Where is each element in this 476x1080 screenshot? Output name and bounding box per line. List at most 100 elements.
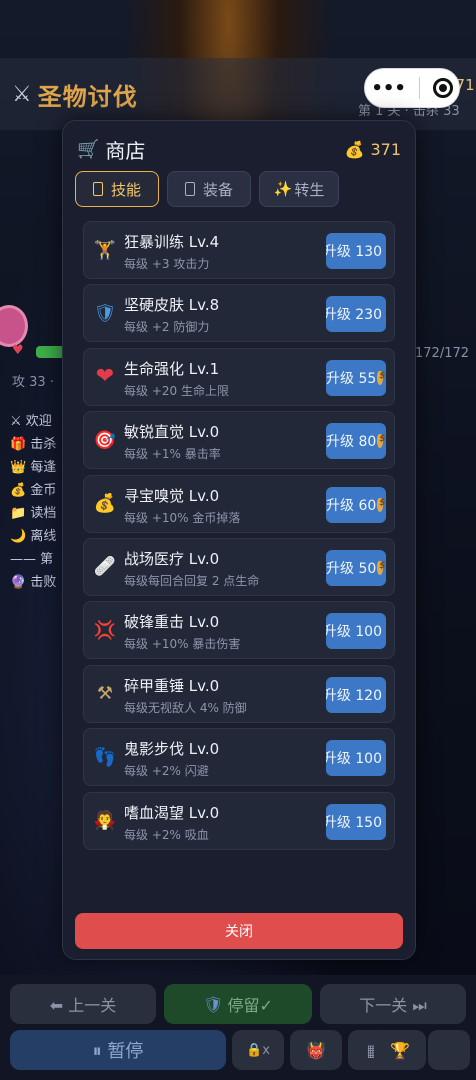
pause-button[interactable]: ⏸ 暂停 — [10, 1030, 226, 1070]
log-text: 金币 — [30, 483, 57, 498]
upgrade-button[interactable]: 升级 130 — [326, 233, 386, 269]
upgrade-button[interactable]: 升级 50 — [326, 549, 386, 586]
skill-name: 敏锐直觉 Lv.0 — [124, 423, 220, 442]
miniprogram-capsule: ••• — [364, 68, 460, 108]
shield-icon: 🛡 — [203, 994, 224, 1014]
skill-desc: 每级 +2% 闪避 — [124, 764, 209, 779]
coin-bag-icon — [377, 434, 385, 449]
upgrade-button[interactable]: 升级 100 — [326, 613, 386, 650]
money-bag-icon: 💰 — [93, 493, 117, 515]
shop-tabs: 技能 装备 ✨ 转生 — [75, 171, 339, 207]
swords-icon: ⚔ — [10, 414, 22, 429]
money-bag-icon: 💰 — [344, 139, 365, 159]
anger-icon: 💢 — [93, 619, 117, 641]
log-text: 读档 — [30, 506, 57, 521]
close-miniprogram-button[interactable] — [432, 78, 453, 98]
upgrade-button[interactable]: 升级 230 — [326, 296, 386, 333]
vampire-icon: 🧛 — [93, 810, 117, 832]
tab-label: 转生 — [294, 180, 325, 199]
skill-desc: 每级每回合回复 2 点生命 — [124, 573, 260, 588]
crossed-swords-icon: ⚔ — [12, 81, 32, 107]
upgrade-button[interactable]: 升级 55 — [326, 359, 386, 396]
skill-name: 狂暴训练 Lv.4 — [124, 233, 220, 251]
shop-modal: 🛒 商店 💰 371 技能 装备 ✨ 转生 🏋 狂暴训练 Lv.4 每级 +3 … — [62, 120, 416, 960]
log-line: 🔮 击败 — [10, 571, 56, 594]
lock-icon: 🔒x — [246, 1042, 270, 1058]
demon-icon: 👹 — [306, 1040, 326, 1060]
money-bag-icon: 💰 — [10, 483, 27, 498]
trophy-button[interactable]: 🏆 — [374, 1030, 426, 1070]
coin-bag-icon — [377, 560, 385, 575]
skill-tab-icon — [92, 182, 103, 196]
log-line: —— 第 — [10, 548, 56, 571]
skill-item: 🧛 嗜血渴望 Lv.0 每级 +2% 吸血 升级 150 — [83, 791, 395, 850]
next-stage-button[interactable]: 下一关 ⏭ — [320, 984, 466, 1024]
skill-desc: 每级 +3 攻击力 — [124, 257, 210, 271]
skill-desc: 每级无视敌人 4% 防御 — [124, 700, 247, 715]
log-line: ⚔ 欢迎 — [10, 410, 56, 433]
extra-button[interactable] — [428, 1030, 470, 1070]
footprints-icon: 👣 — [93, 746, 117, 768]
tab-skills[interactable]: 技能 — [75, 171, 159, 207]
capsule-divider — [418, 77, 420, 99]
weightlifter-icon: 🏋 — [93, 239, 117, 261]
stay-label: 停留✓ — [227, 996, 273, 1015]
skill-name: 破锋重击 Lv.0 — [124, 613, 220, 632]
skill-item: 💢 破锋重击 Lv.0 每级 +10% 暴击伤害 升级 100 — [83, 601, 395, 660]
close-button[interactable]: 关闭 — [75, 913, 403, 949]
log-line: 💰 金币 — [10, 479, 56, 502]
upgrade-button[interactable]: 升级 60 — [326, 486, 386, 523]
bandage-icon: 🩹 — [93, 556, 117, 578]
skill-item: 👣 鬼影步伐 Lv.0 每级 +2% 闪避 升级 100 — [83, 728, 395, 787]
skill-item: 🎯 敏锐直觉 Lv.0 每级 +1% 暴击率 升级 80 — [83, 411, 395, 470]
trophy-icon: 🏆 — [390, 1040, 410, 1060]
shop-title-text: 商店 — [105, 138, 146, 163]
upgrade-button[interactable]: 升级 150 — [326, 803, 386, 840]
skill-desc: 每级 +20 生命上限 — [124, 383, 229, 398]
skill-name: 碎甲重锤 Lv.0 — [124, 676, 220, 695]
log-text: 欢迎 — [25, 414, 52, 429]
target-icon: 🎯 — [93, 429, 117, 451]
tab-label: 技能 — [110, 180, 141, 199]
skill-desc: 每级 +2 防御力 — [124, 320, 210, 335]
log-text: 击败 — [30, 575, 57, 590]
skill-name: 寻宝嗅觉 Lv.0 — [124, 486, 220, 505]
skill-name: 战场医疗 Lv.0 — [124, 549, 220, 568]
coin-bag-icon — [377, 370, 385, 385]
upgrade-button[interactable]: 升级 80 — [326, 423, 386, 460]
lock-button[interactable]: 🔒x — [232, 1030, 284, 1070]
log-text: 离线 — [30, 529, 57, 544]
more-menu-button[interactable]: ••• — [371, 78, 406, 99]
tab-equipment[interactable]: 装备 — [167, 171, 251, 207]
stay-button[interactable]: 🛡 停留✓ — [164, 984, 312, 1024]
log-text: —— 第 — [10, 552, 54, 567]
demon-button[interactable]: 👹 — [290, 1030, 342, 1070]
log-line: 🌙 离线 — [10, 525, 56, 548]
gift-icon: 🎁 — [10, 437, 27, 452]
skill-desc: 每级 +10% 金币掉落 — [124, 510, 241, 525]
log-line: 👑 每逢 — [10, 456, 56, 479]
target-icon — [438, 84, 447, 92]
page-title: 圣物讨伐 — [37, 82, 138, 111]
skill-item: 🩹 战场医疗 Lv.0 每级每回合回复 2 点生命 升级 50 — [83, 537, 395, 596]
log-line: 📁 读档 — [10, 502, 56, 525]
attack-text: 攻 33 · — [12, 375, 54, 390]
tab-rebirth[interactable]: ✨ 转生 — [259, 171, 339, 207]
skill-item: 🛡 坚硬皮肤 Lv.8 每级 +2 防御力 升级 230 — [83, 284, 395, 343]
upgrade-button[interactable]: 升级 120 — [326, 676, 386, 713]
skill-desc: 每级 +10% 暴击伤害 — [124, 637, 241, 652]
gold-display: 💰 371 — [345, 140, 401, 159]
crown-icon: 👑 — [10, 460, 27, 475]
skill-name: 嗜血渴望 Lv.0 — [124, 803, 220, 822]
gold-amount: 371 — [370, 139, 401, 159]
upgrade-button[interactable]: 升级 100 — [326, 740, 386, 777]
log-text: 击杀 — [30, 437, 57, 452]
prev-stage-button[interactable]: ⬅ 上一关 — [10, 984, 156, 1024]
skill-item: 💰 寻宝嗅觉 Lv.0 每级 +10% 金币掉落 升级 60 — [83, 474, 395, 533]
heart-icon: ♥ — [12, 343, 24, 358]
shopping-cart-icon: 🛒 — [77, 138, 100, 160]
tab-label: 装备 — [202, 180, 233, 199]
moon-icon: 🌙 — [10, 529, 27, 544]
skill-list: 🏋 狂暴训练 Lv.4 每级 +3 攻击力 升级 130 🛡 坚硬皮肤 Lv.8… — [83, 221, 395, 855]
skill-item: ❤ 生命强化 Lv.1 每级 +20 生命上限 升级 55 — [83, 347, 395, 406]
